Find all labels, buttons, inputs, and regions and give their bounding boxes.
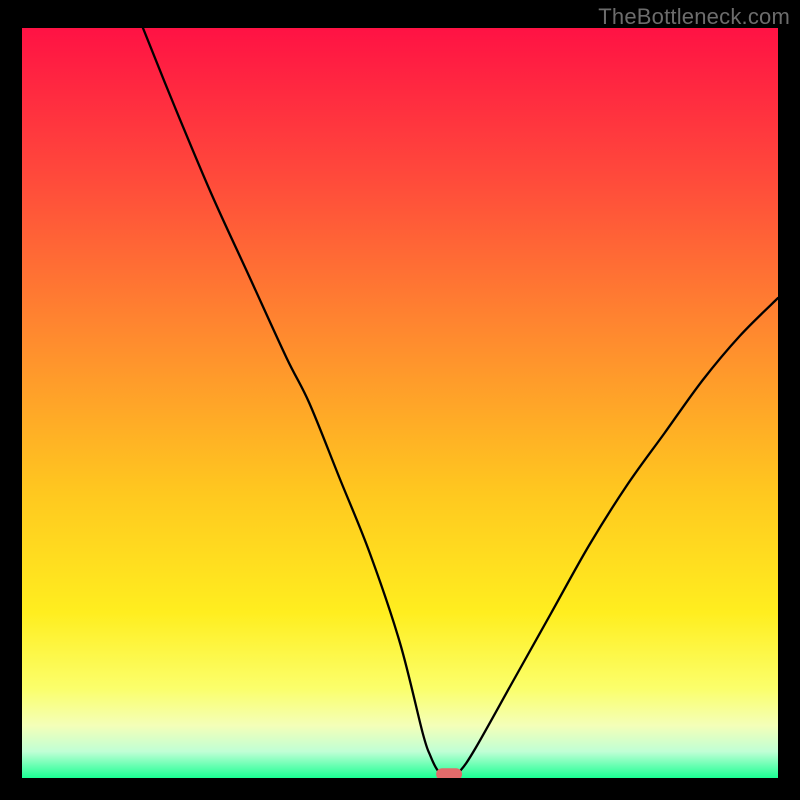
minimum-marker — [436, 768, 462, 778]
watermark-text: TheBottleneck.com — [598, 4, 790, 30]
chart-svg — [22, 28, 778, 778]
chart-frame: TheBottleneck.com — [0, 0, 800, 800]
plot-area — [22, 28, 778, 778]
gradient-background — [22, 28, 778, 778]
